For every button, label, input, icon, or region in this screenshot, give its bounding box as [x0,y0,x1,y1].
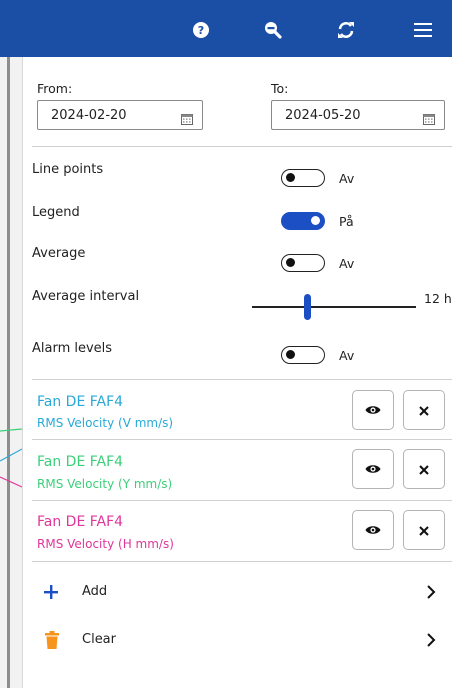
remove-series-button[interactable] [403,390,445,430]
to-date-input[interactable]: 2024-05-20 [271,100,445,130]
average-toggle[interactable] [281,254,325,272]
alarm-levels-label: Alarm levels [32,341,113,356]
svg-text:?: ? [198,24,204,37]
remove-series-button[interactable] [403,449,445,489]
help-circle-icon[interactable]: ? [188,17,214,43]
remove-series-button[interactable] [403,510,445,550]
eye-icon [365,401,381,420]
alarm-levels-state: Av [339,348,355,363]
from-label: From: [37,81,73,96]
divider [32,439,452,440]
divider [32,146,452,147]
legend-label: Legend [32,205,80,220]
divider [32,379,452,380]
close-icon [419,521,429,540]
average-interval-slider-track[interactable] [252,306,416,308]
line-points-state: Av [339,171,355,186]
legend-toggle[interactable] [281,212,325,230]
average-interval-value: 12 h [424,291,452,306]
alarm-levels-toggle[interactable] [281,346,325,364]
zoom-out-icon[interactable] [260,17,286,43]
average-interval-label: Average interval [32,289,140,304]
legend-state: På [339,214,354,229]
calendar-icon[interactable] [423,110,435,129]
series-measure: RMS Velocity (H mm/s) [37,537,174,551]
divider [32,500,452,501]
chart-edge [0,57,23,688]
chart-lines-peek [0,428,22,488]
divider [32,561,452,562]
series-measure: RMS Velocity (Y mm/s) [37,477,173,491]
calendar-icon[interactable] [181,110,193,129]
settings-panel: From: 2024-02-20 To: 2024-05-20 Line poi… [23,57,452,688]
average-state: Av [339,256,355,271]
chevron-right-icon [426,584,436,603]
add-label: Add [82,584,108,599]
plus-icon [44,584,58,603]
refresh-icon[interactable] [333,17,359,43]
hamburger-menu-icon[interactable] [410,17,436,43]
from-date-value: 2024-02-20 [51,108,127,123]
series-name: Fan DE FAF4 [37,394,124,410]
show-series-button[interactable] [352,510,394,550]
from-date-input[interactable]: 2024-02-20 [37,100,203,130]
series-measure: RMS Velocity (V mm/s) [37,416,174,430]
close-icon [419,401,429,420]
eye-icon [365,460,381,479]
line-points-toggle[interactable] [281,169,325,187]
series-name: Fan DE FAF4 [37,454,124,470]
trash-icon [45,631,59,653]
to-label: To: [271,81,289,96]
clear-label: Clear [82,632,116,647]
close-icon [419,460,429,479]
average-label: Average [32,246,86,261]
average-interval-slider-thumb[interactable] [304,294,311,320]
series-name: Fan DE FAF4 [37,514,124,530]
top-toolbar: ? [0,0,452,57]
chevron-right-icon [426,632,436,651]
show-series-button[interactable] [352,449,394,489]
show-series-button[interactable] [352,390,394,430]
to-date-value: 2024-05-20 [285,108,361,123]
line-points-label: Line points [32,162,104,177]
eye-icon [365,521,381,540]
